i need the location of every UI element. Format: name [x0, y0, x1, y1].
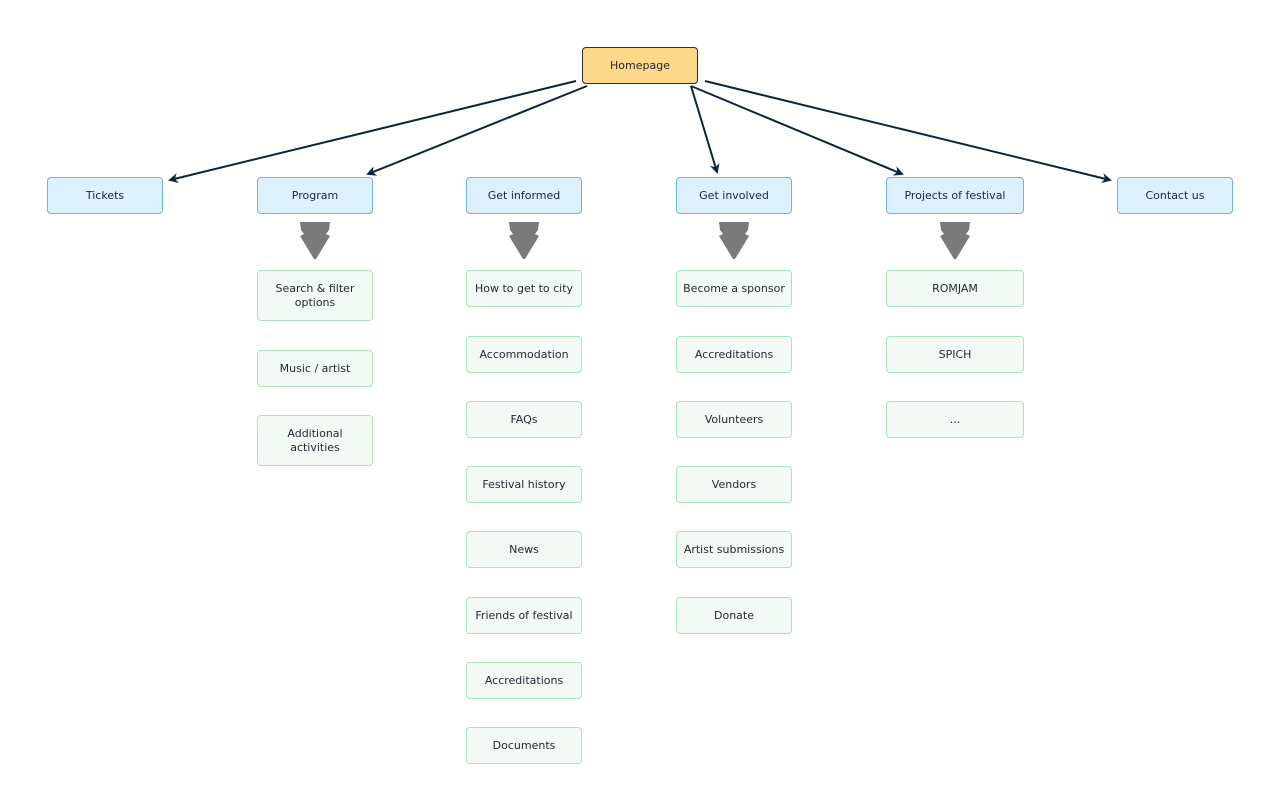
node-label: Search & filter options — [275, 281, 355, 309]
node-contact-us[interactable]: Contact us — [1117, 177, 1233, 214]
node-label: Festival history — [482, 477, 566, 491]
chevron-down-icon — [300, 222, 330, 259]
node-news[interactable]: News — [466, 531, 582, 568]
node-label: Get involved — [699, 188, 769, 202]
node-label: Projects of festival — [904, 188, 1006, 202]
node-label: FAQs — [510, 412, 538, 426]
node-friends-of-festival[interactable]: Friends of festival — [466, 597, 582, 634]
node-label: Documents — [492, 738, 556, 752]
node-search-filter-options[interactable]: Search & filter options — [257, 270, 373, 321]
node-additional-activities[interactable]: Additional activities — [257, 415, 373, 466]
node-label: Homepage — [610, 58, 670, 72]
connector-arrow-contact-us — [704, 80, 1112, 183]
node-label: Accommodation — [479, 347, 569, 361]
node-documents[interactable]: Documents — [466, 727, 582, 764]
node-label: Artist submissions — [683, 542, 785, 556]
node-faqs[interactable]: FAQs — [466, 401, 582, 438]
connector-arrow-projects-of-festival — [690, 85, 904, 176]
node-accreditations[interactable]: Accreditations — [466, 662, 582, 699]
node-label: Vendors — [711, 477, 757, 491]
node-label: Accreditations — [484, 673, 564, 687]
node-homepage[interactable]: Homepage — [582, 47, 698, 84]
node-label: Become a sponsor — [683, 281, 785, 295]
connector-arrow-tickets — [168, 80, 577, 183]
node-become-a-sponsor[interactable]: Become a sponsor — [676, 270, 792, 307]
node-vendors[interactable]: Vendors — [676, 466, 792, 503]
node-label: Music / artist — [279, 361, 351, 375]
node-label: Tickets — [85, 188, 125, 202]
chevron-down-icon — [719, 222, 749, 259]
node-donate[interactable]: Donate — [676, 597, 792, 634]
node-accommodation[interactable]: Accommodation — [466, 336, 582, 373]
node-label: Friends of festival — [475, 608, 573, 622]
node-projects-of-festival[interactable]: Projects of festival — [886, 177, 1024, 214]
node-romjam[interactable]: ROMJAM — [886, 270, 1024, 307]
node-more[interactable]: ... — [886, 401, 1024, 438]
node-spich[interactable]: SPICH — [886, 336, 1024, 373]
connector-arrow-program — [366, 85, 588, 176]
node-get-involved[interactable]: Get involved — [676, 177, 792, 214]
node-festival-history[interactable]: Festival history — [466, 466, 582, 503]
node-program[interactable]: Program — [257, 177, 373, 214]
node-label: News — [509, 542, 539, 556]
node-volunteers[interactable]: Volunteers — [676, 401, 792, 438]
connector-arrow-get-involved — [690, 85, 720, 174]
node-label: Volunteers — [704, 412, 764, 426]
node-how-to-get-to-city[interactable]: How to get to city — [466, 270, 582, 307]
chevron-down-icon — [940, 222, 970, 259]
node-music-artist[interactable]: Music / artist — [257, 350, 373, 387]
node-accreditations[interactable]: Accreditations — [676, 336, 792, 373]
node-label: SPICH — [938, 347, 972, 361]
node-label: Additional activities — [287, 426, 343, 454]
sitemap-diagram: Homepage Tickets Program Search & filter o… — [0, 0, 1280, 808]
connector-layer — [168, 80, 1112, 183]
node-label: ... — [949, 412, 961, 426]
node-label: Program — [291, 188, 339, 202]
node-tickets[interactable]: Tickets — [47, 177, 163, 214]
node-get-informed[interactable]: Get informed — [466, 177, 582, 214]
node-label: Get informed — [487, 188, 561, 202]
chevron-down-icon — [509, 222, 539, 259]
node-artist-submissions[interactable]: Artist submissions — [676, 531, 792, 568]
node-label: Accreditations — [694, 347, 774, 361]
node-label: How to get to city — [474, 281, 574, 295]
node-label: ROMJAM — [932, 281, 978, 295]
node-label: Contact us — [1145, 188, 1205, 202]
node-label: Donate — [714, 608, 754, 622]
